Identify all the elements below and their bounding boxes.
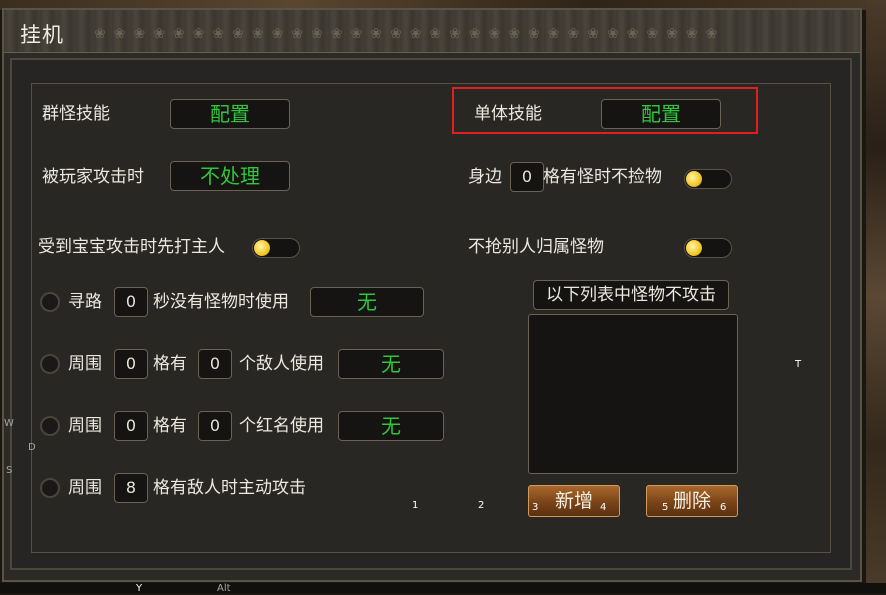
hotkey-hint: Y [136, 583, 143, 594]
hotkey-hint: 3 [532, 502, 539, 513]
hotkey-hint: S [6, 465, 13, 476]
pathfind-seconds-input[interactable]: 0 [114, 287, 148, 317]
redname-row-count-input[interactable]: 0 [198, 411, 232, 441]
nearby-loot-suffix: 格有怪时不捡物 [543, 167, 662, 187]
monster-exclude-list[interactable] [528, 314, 738, 474]
auto-attack-suffix: 格有敌人时主动攻击 [153, 478, 306, 498]
group-skill-config-button[interactable]: 配置 [170, 99, 290, 129]
nearby-loot-prefix: 身边 [468, 167, 502, 187]
game-world-bottom-edge [0, 583, 886, 593]
enemy-row-item-select[interactable]: 无 [338, 349, 444, 379]
pathfind-suffix: 秒没有怪物时使用 [153, 292, 289, 312]
single-skill-label: 单体技能 [474, 104, 542, 124]
no-steal-label: 不抢别人归属怪物 [468, 237, 604, 257]
game-world-right-edge [866, 0, 886, 593]
enemy-row-mid: 格有 [153, 354, 187, 374]
pathfind-item-select[interactable]: 无 [310, 287, 424, 317]
hotkey-hint: 4 [600, 502, 607, 513]
window-titlebar[interactable]: 挂机 ❀❀❀❀❀❀❀❀❀❀❀❀❀❀❀❀❀❀❀❀❀❀❀❀❀❀❀❀❀❀❀❀ [4, 10, 860, 53]
toggle-knob-icon [254, 240, 270, 256]
redname-row-item-select[interactable]: 无 [338, 411, 444, 441]
single-skill-config-button[interactable]: 配置 [601, 99, 721, 129]
hotkey-hint: Alt [217, 583, 231, 594]
toggle-knob-icon [686, 171, 702, 187]
enemy-row-count-input[interactable]: 0 [198, 349, 232, 379]
pet-attack-toggle[interactable] [252, 238, 300, 258]
redname-row-radio[interactable] [40, 416, 60, 436]
hotkey-hint: 5 [662, 502, 669, 513]
hotkey-hint: 2 [478, 500, 485, 511]
redname-row-label: 周围 [68, 416, 102, 436]
enemy-row-label: 周围 [68, 354, 102, 374]
player-attack-response-select[interactable]: 不处理 [170, 161, 290, 191]
redname-row-mid: 格有 [153, 416, 187, 436]
hotkey-hint: W [4, 418, 14, 429]
hotkey-hint: 6 [720, 502, 727, 513]
auto-attack-cells-input[interactable]: 8 [114, 473, 148, 503]
group-skill-label: 群怪技能 [42, 104, 110, 124]
enemy-row-radio[interactable] [40, 354, 60, 374]
hotkey-hint: D [28, 442, 36, 453]
toggle-knob-icon [686, 240, 702, 256]
window-title: 挂机 [20, 23, 64, 47]
redname-row-cells-input[interactable]: 0 [114, 411, 148, 441]
nearby-loot-toggle[interactable] [684, 169, 732, 189]
auto-attack-radio[interactable] [40, 478, 60, 498]
pathfind-radio[interactable] [40, 292, 60, 312]
hotkey-hint: T [795, 359, 802, 370]
pathfind-label: 寻路 [68, 292, 102, 312]
title-ornament-icon: ❀❀❀❀❀❀❀❀❀❀❀❀❀❀❀❀❀❀❀❀❀❀❀❀❀❀❀❀❀❀❀❀ [94, 26, 726, 42]
redname-row-suffix: 个红名使用 [239, 416, 324, 436]
pet-attack-label: 受到宝宝攻击时先打主人 [38, 237, 225, 257]
enemy-row-cells-input[interactable]: 0 [114, 349, 148, 379]
enemy-row-suffix: 个敌人使用 [239, 354, 324, 374]
hotkey-hint: 1 [412, 500, 419, 511]
auto-attack-label: 周围 [68, 478, 102, 498]
monster-list-header: 以下列表中怪物不攻击 [533, 280, 729, 310]
player-attack-label: 被玩家攻击时 [42, 167, 144, 187]
no-steal-toggle[interactable] [684, 238, 732, 258]
nearby-loot-count-input[interactable]: 0 [510, 162, 544, 192]
